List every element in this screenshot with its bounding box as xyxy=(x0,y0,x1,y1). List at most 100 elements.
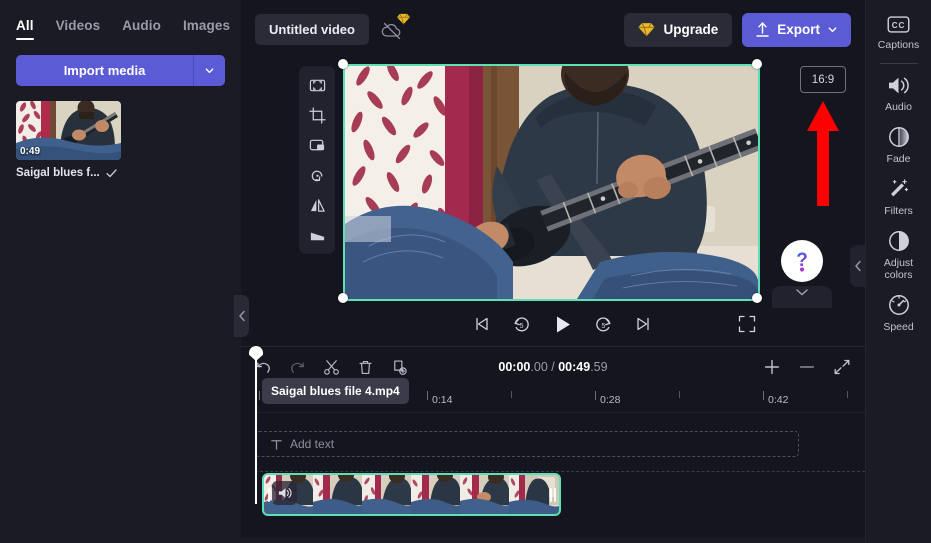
annotation-arrow-icon xyxy=(805,101,841,206)
skew-icon[interactable] xyxy=(302,221,332,249)
rotate-icon[interactable] xyxy=(302,161,332,189)
sidebar-item-label: Adjust colors xyxy=(883,257,914,282)
play-button[interactable] xyxy=(552,314,573,335)
collapse-right-panel-button[interactable] xyxy=(850,245,865,287)
add-text-label: Add text xyxy=(290,437,335,451)
text-icon xyxy=(270,438,283,451)
media-panel: All Videos Audio Images Import media 0:4… xyxy=(0,0,241,543)
properties-sidebar: CC Captions Audio Fade Filters Adjust co… xyxy=(865,0,931,543)
magic-wand-icon xyxy=(888,178,910,200)
aspect-ratio-button[interactable]: 16:9 xyxy=(800,66,846,93)
time-separator: / xyxy=(547,360,559,374)
cloud-backup-button[interactable] xyxy=(379,13,410,45)
timeline-edit-tools xyxy=(255,359,408,376)
duplicate-button[interactable] xyxy=(391,359,408,376)
skip-to-end-button[interactable] xyxy=(634,315,652,333)
tab-all[interactable]: All xyxy=(16,18,34,40)
upload-icon xyxy=(755,21,770,38)
tab-audio[interactable]: Audio xyxy=(122,18,161,40)
media-item[interactable]: 0:49 Saigal blues f... xyxy=(16,101,121,179)
sidebar-item-label: Speed xyxy=(883,321,914,334)
timeline-bottom-bar xyxy=(241,538,865,543)
add-text-track[interactable]: Add text xyxy=(255,431,799,457)
sidebar-item-fade[interactable]: Fade xyxy=(870,119,928,171)
zoom-out-button[interactable] xyxy=(798,358,816,376)
editor-center: Untitled video Upgrade Export 16:9 ? 5 5… xyxy=(234,0,865,543)
svg-text:5: 5 xyxy=(601,323,605,330)
player-controls: 5 5 xyxy=(241,302,865,346)
sidebar-item-speed[interactable]: Speed xyxy=(870,287,928,339)
speedometer-icon xyxy=(888,294,910,316)
clip-volume-button[interactable] xyxy=(272,481,297,505)
flip-horizontal-icon[interactable] xyxy=(302,191,332,219)
current-time: 00:00 xyxy=(498,360,531,374)
timeline-zoom-tools xyxy=(763,358,851,376)
transform-tool-rail xyxy=(299,66,335,254)
sidebar-item-label: Fade xyxy=(886,153,911,166)
redo-button[interactable] xyxy=(289,359,306,376)
chevron-down-icon xyxy=(827,24,838,35)
transport-controls: 5 5 xyxy=(473,314,652,335)
clip-thumbnail-strip xyxy=(264,475,559,514)
media-grid: 0:49 Saigal blues f... xyxy=(0,86,241,179)
sidebar-item-captions[interactable]: CC Captions xyxy=(870,8,928,57)
import-media-button[interactable]: Import media xyxy=(16,55,194,86)
collapse-left-panel-button[interactable] xyxy=(234,295,249,337)
video-preview[interactable] xyxy=(343,64,760,301)
closed-caption-icon: CC xyxy=(887,15,910,34)
tab-images[interactable]: Images xyxy=(183,18,230,40)
sidebar-item-adjust-colors[interactable]: Adjust colors xyxy=(870,223,928,287)
clip-tooltip: Saigal blues file 4.mp4 xyxy=(262,378,409,404)
project-title-field[interactable]: Untitled video xyxy=(255,14,369,45)
sidebar-item-label: Audio xyxy=(885,101,912,114)
zoom-in-button[interactable] xyxy=(763,358,781,376)
diamond-icon xyxy=(638,22,656,37)
forward-5-button[interactable]: 5 xyxy=(594,315,613,334)
resize-handle-bottom-right[interactable] xyxy=(752,293,762,303)
media-thumbnail[interactable]: 0:49 xyxy=(16,101,121,160)
drag-handle-icon xyxy=(549,487,556,502)
rewind-5-button[interactable]: 5 xyxy=(512,315,531,334)
playhead[interactable] xyxy=(249,346,263,504)
skip-to-start-button[interactable] xyxy=(473,315,491,333)
clip-trim-handle-right[interactable] xyxy=(546,475,559,514)
media-item-name: Saigal blues f... xyxy=(16,167,100,179)
collapse-preview-button[interactable] xyxy=(772,286,832,308)
svg-text:CC: CC xyxy=(892,21,906,30)
diamond-icon xyxy=(396,13,410,25)
sidebar-item-label: Captions xyxy=(877,39,920,51)
preview-area: 16:9 ? xyxy=(234,59,865,337)
undo-button[interactable] xyxy=(255,359,272,376)
sidebar-divider xyxy=(879,63,918,65)
speaker-icon xyxy=(887,75,911,96)
timeline: 00:00.00 / 00:49.59 0:14 0:28 0:42 Add t… xyxy=(241,346,865,543)
upgrade-label: Upgrade xyxy=(663,22,719,37)
fullscreen-icon[interactable] xyxy=(738,315,756,333)
current-time-frames: .00 xyxy=(530,360,548,374)
media-item-label-row: Saigal blues f... xyxy=(16,167,121,179)
chevron-down-icon[interactable] xyxy=(194,55,225,86)
help-button[interactable]: ? xyxy=(781,240,823,282)
fit-to-frame-icon[interactable] xyxy=(302,71,332,99)
tab-videos[interactable]: Videos xyxy=(56,18,101,40)
picture-in-picture-icon[interactable] xyxy=(302,131,332,159)
export-button[interactable]: Export xyxy=(742,12,851,47)
total-time-frames: .59 xyxy=(590,360,608,374)
sidebar-item-filters[interactable]: Filters xyxy=(870,171,928,223)
contrast-icon xyxy=(888,230,910,252)
total-time: 00:49 xyxy=(558,360,591,374)
delete-button[interactable] xyxy=(357,359,374,376)
crop-icon[interactable] xyxy=(302,101,332,129)
zoom-to-fit-button[interactable] xyxy=(833,358,851,376)
video-clip[interactable] xyxy=(262,473,561,516)
upgrade-button[interactable]: Upgrade xyxy=(624,12,733,47)
resize-handle-bottom-left[interactable] xyxy=(338,293,348,303)
split-button[interactable] xyxy=(323,359,340,376)
sidebar-item-audio[interactable]: Audio xyxy=(870,68,928,119)
video-track xyxy=(255,471,865,516)
media-duration-badge: 0:49 xyxy=(20,146,41,157)
checkmark-icon xyxy=(106,168,117,178)
resize-handle-top-left[interactable] xyxy=(338,59,348,69)
resize-handle-top-right[interactable] xyxy=(752,59,762,69)
svg-text:5: 5 xyxy=(520,323,524,330)
